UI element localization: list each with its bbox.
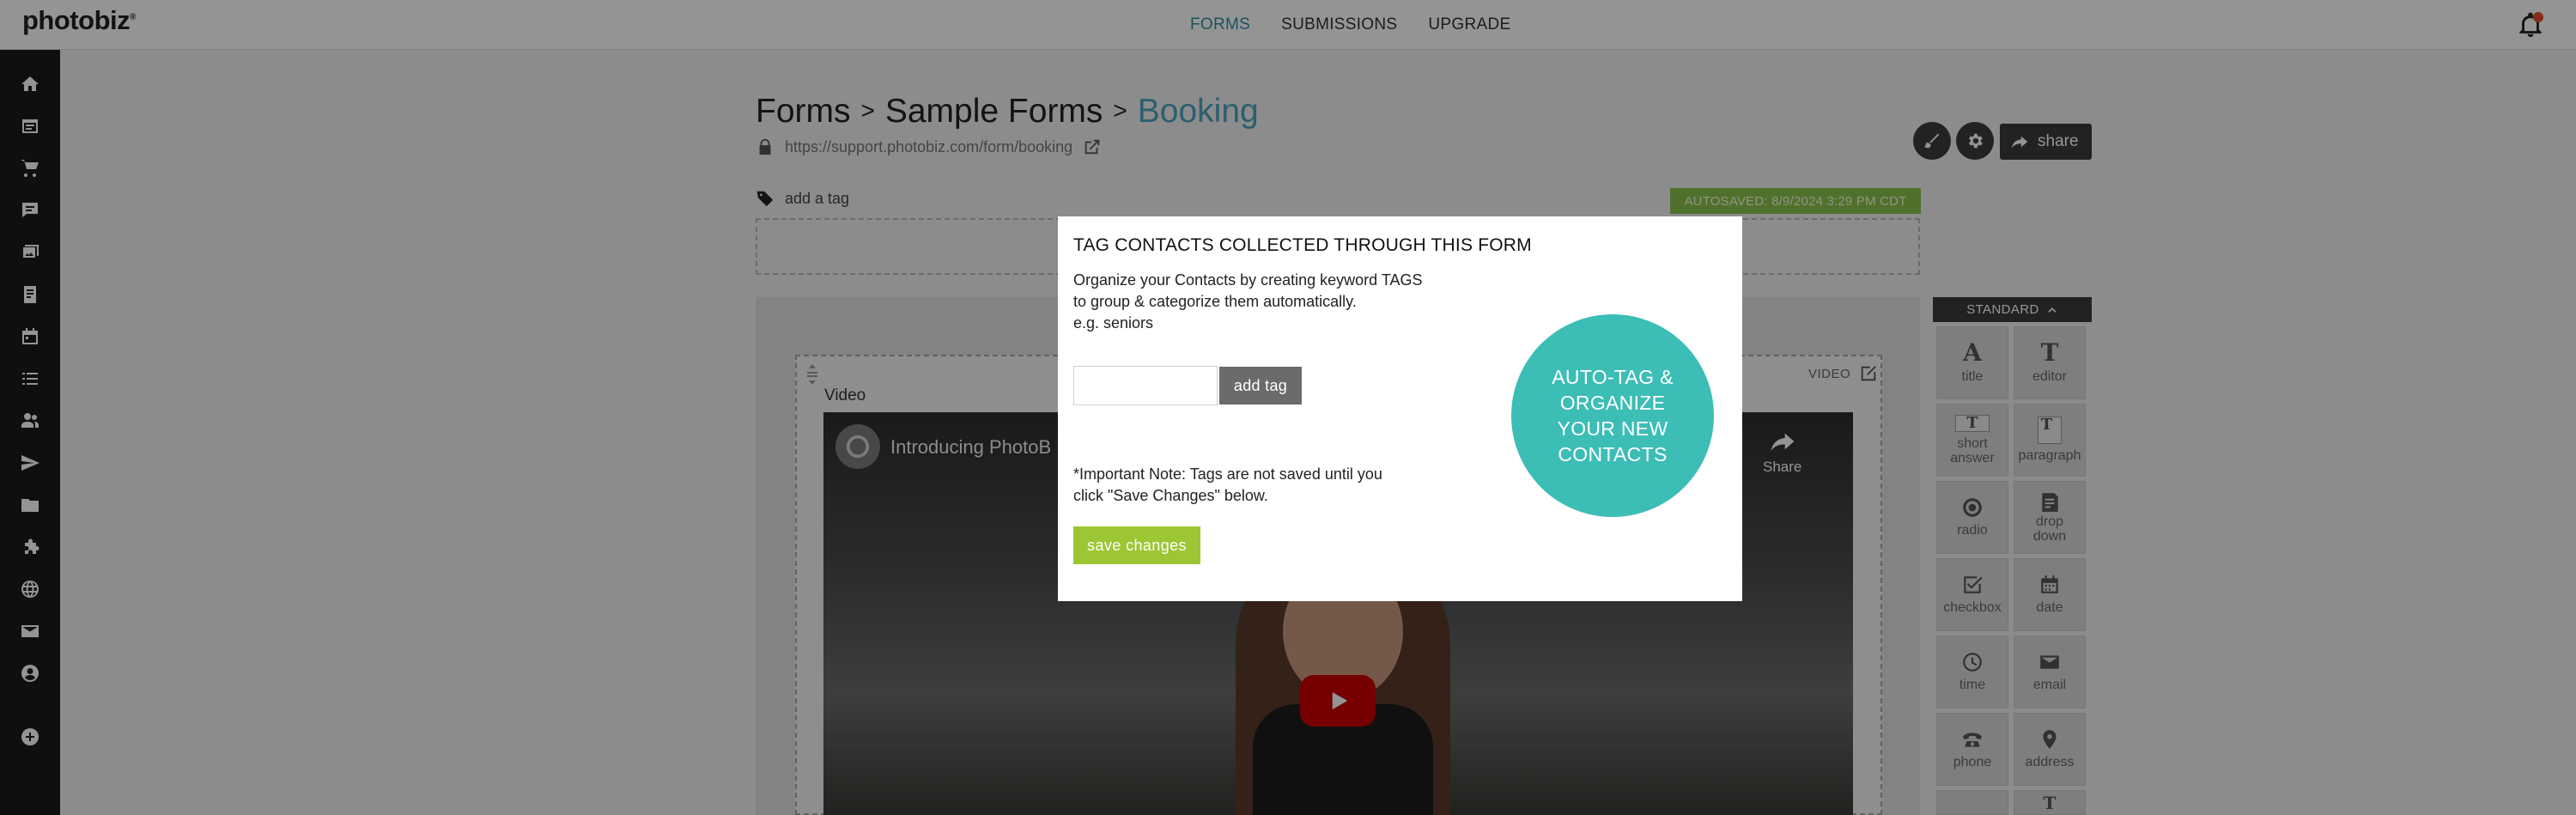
promo-line: CONTACTS: [1558, 443, 1668, 465]
auto-tag-promo: AUTO-TAG & ORGANIZE YOUR NEW CONTACTS: [1511, 314, 1714, 517]
promo-line: YOUR NEW: [1557, 417, 1668, 440]
modal-description: Organize your Contacts by creating keywo…: [1073, 270, 1451, 334]
modal-note-line: *Important Note: Tags are not saved unti…: [1073, 465, 1382, 483]
tag-input[interactable]: [1073, 366, 1218, 405]
modal-note-line: click "Save Changes" below.: [1073, 487, 1268, 504]
modal-description-line: Organize your Contacts by creating keywo…: [1073, 271, 1423, 289]
modal-note: *Important Note: Tags are not saved unti…: [1073, 464, 1382, 507]
modal-title: TAG CONTACTS COLLECTED THROUGH THIS FORM: [1073, 235, 1532, 255]
add-tag-button[interactable]: add tag: [1219, 367, 1302, 404]
promo-line: AUTO-TAG &: [1552, 366, 1674, 388]
promo-line: ORGANIZE: [1559, 392, 1666, 414]
modal-description-line: e.g. seniors: [1073, 314, 1154, 331]
save-changes-button[interactable]: save changes: [1073, 526, 1200, 564]
tag-contacts-modal: TAG CONTACTS COLLECTED THROUGH THIS FORM…: [1058, 216, 1742, 601]
modal-description-line: to group & categorize them automatically…: [1073, 293, 1357, 310]
